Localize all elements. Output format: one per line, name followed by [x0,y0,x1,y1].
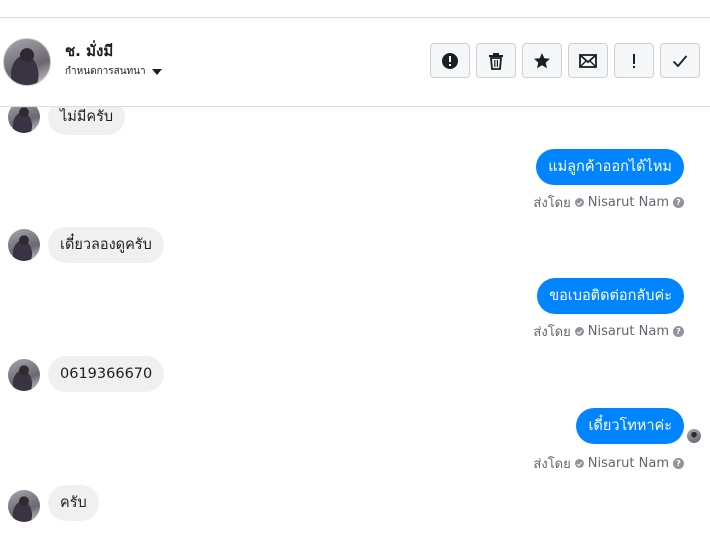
assign-label: กำหนดการสนทนา [65,66,146,77]
sender-name[interactable]: Nisarut Nam [588,456,669,471]
contact-avatar[interactable] [3,38,51,86]
help-icon[interactable]: ? [673,197,684,208]
incoming-message[interactable]: 0619366670 [48,356,165,392]
verified-check-icon [574,198,584,207]
assign-conversation-dropdown[interactable]: กำหนดการสนทนา [65,64,162,79]
incoming-message[interactable]: ครับ [48,485,99,521]
star-icon [534,52,550,68]
help-icon[interactable]: ? [673,326,684,337]
sender-avatar [8,229,40,261]
message-thread[interactable]: ไม่มีครับ แม่ลูกค้าออกได้ไหม ส่งโดย Nisa… [0,99,710,534]
mark-done-button[interactable] [660,43,700,78]
outgoing-message[interactable]: แม่ลูกค้าออกได้ไหม [536,149,684,185]
alert-circle-icon [442,52,458,69]
verified-check-icon [574,459,584,468]
caret-down-icon [151,68,162,75]
header-actions [430,43,700,78]
verified-check-icon [574,327,584,336]
outgoing-message[interactable]: เดี๋ยวโทหาค่ะ [576,408,684,444]
sent-by-info: ส่งโดย Nisarut Nam ? [533,192,684,213]
read-receipt-avatar [687,429,701,443]
sent-by-info: ส่งโดย Nisarut Nam ? [533,321,684,342]
checkmark-icon [672,54,688,67]
help-icon[interactable]: ? [673,458,684,469]
sender-name[interactable]: Nisarut Nam [588,195,669,210]
contact-name[interactable]: ช. มั่งมี [65,39,113,63]
mark-spam-button[interactable] [430,43,470,78]
conversation-header: ช. มั่งมี กำหนดการสนทนา [0,18,710,107]
mark-unread-button[interactable] [568,43,608,78]
star-button[interactable] [522,43,562,78]
sender-avatar [8,490,40,522]
exclamation-icon [633,53,635,68]
incoming-message[interactable]: เดี๋ยวลองดูครับ [48,227,164,263]
trash-icon [489,52,503,70]
envelope-icon [579,53,597,68]
sent-by-info: ส่งโดย Nisarut Nam ? [533,453,684,474]
top-divider [0,0,710,18]
sent-by-label: ส่งโดย [533,325,571,340]
delete-button[interactable] [476,43,516,78]
follow-up-button[interactable] [614,43,654,78]
sender-avatar [8,359,40,391]
sender-name[interactable]: Nisarut Nam [588,324,669,339]
sent-by-label: ส่งโดย [533,196,571,211]
outgoing-message[interactable]: ขอเบอติดต่อกลับค่ะ [537,278,684,314]
sent-by-label: ส่งโดย [533,457,571,472]
